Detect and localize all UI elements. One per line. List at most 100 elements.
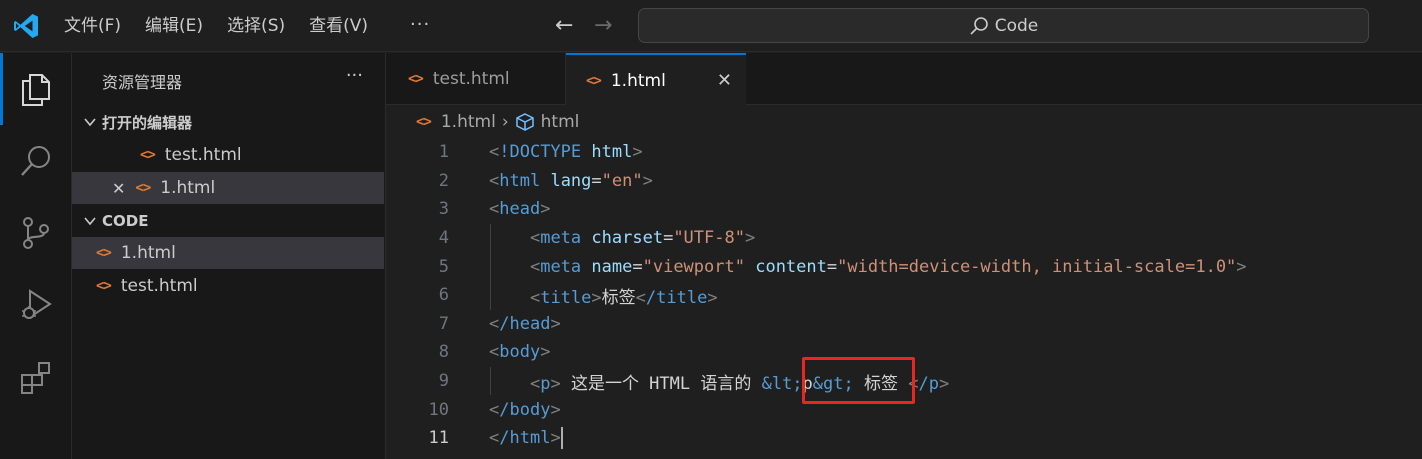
code-token: "UTF-8" [673,228,745,249]
code-token: name [591,256,633,277]
close-icon[interactable]: ✕ [112,179,125,198]
breadcrumb: <> 1.html › html [386,106,579,138]
code-line[interactable]: 4 <meta charset="UTF-8"> [386,224,1422,253]
menu-edit[interactable]: 编辑(E) [133,0,215,52]
file-tree-item-selected[interactable]: <> 1.html [72,237,384,269]
chevron-right-icon: › [501,112,509,132]
activity-extensions[interactable] [0,341,72,413]
line-number: 5 [438,256,449,277]
back-arrow-icon[interactable]: ← [555,13,573,38]
activity-run-debug[interactable] [0,269,72,341]
explorer-icon [22,74,50,106]
line-number: 4 [438,228,449,249]
line-number: 11 [428,428,449,449]
open-editor-filename: test.html [164,145,242,165]
open-editors-section[interactable]: 打开的编辑器 [72,106,384,138]
code-token: 标签 [601,287,636,308]
menu-file[interactable]: 文件(F) [52,0,133,52]
line-number: 1 [438,142,449,163]
html-file-icon: <> [135,180,151,196]
breadcrumb-symbol[interactable]: html [541,112,580,132]
code-token: "viewport" [642,256,745,277]
html-file-icon: <> [96,245,112,261]
menu-view[interactable]: 查看(V) [297,0,380,52]
explorer-title: 资源管理器 [102,73,183,92]
code-token: > [632,142,643,163]
code-token: meta [540,228,582,249]
activity-explorer[interactable] [0,53,72,125]
code-line[interactable]: 2 <html lang="en"> [386,167,1422,196]
code-line-current[interactable]: 11 </html> [386,424,1422,453]
activity-search[interactable] [0,125,72,197]
tab-label: 1.html [610,70,666,91]
symbol-element-icon [515,113,534,131]
menu-more-button[interactable]: ··· [410,14,430,35]
annotation-highlight-box [802,357,915,404]
code-editor[interactable]: 1 <!DOCTYPE html> 2 <html lang="en"> 3 <… [386,138,1422,459]
tab-label: test.html [432,69,510,89]
html-file-icon: <> [96,278,112,294]
activity-source-control[interactable] [0,197,72,269]
open-editor-filename: 1.html [160,178,216,198]
file-tree-filename: 1.html [120,243,176,263]
code-token: !DOCTYPE [499,142,582,163]
code-line[interactable]: 6 <title>标签</title> [386,281,1422,310]
code-token: /body [499,399,551,420]
code-token: /html [499,428,551,449]
text-cursor [560,427,563,450]
tab-1-html[interactable]: <> 1.html ✕ [566,53,746,106]
line-number: 6 [438,285,449,306]
tab-test-html[interactable]: <> test.html [386,53,566,105]
code-token: "en" [601,170,643,191]
code-token: head [499,199,541,220]
breadcrumb-file[interactable]: 1.html [441,112,496,132]
code-token: html [499,170,541,191]
file-tree-item[interactable]: <> test.html [72,270,384,302]
open-editors-label: 打开的编辑器 [102,113,193,132]
code-token: body [499,342,541,363]
search-icon [21,146,50,176]
folder-section[interactable]: CODE [72,205,384,237]
code-token: < [489,142,500,163]
title-bar: 文件(F) 编辑(E) 选择(S) 查看(V) ··· ← → Code [0,0,1422,52]
code-token: /head [499,313,551,334]
code-line[interactable]: 3 <head> [386,195,1422,224]
menu-bar: 文件(F) 编辑(E) 选择(S) 查看(V) [52,0,380,52]
code-token: "width=device-width, initial-scale=1.0" [837,256,1237,277]
html-file-icon: <> [408,71,424,87]
menu-selection[interactable]: 选择(S) [215,0,297,52]
explorer-sidebar: 资源管理器 ··· 打开的编辑器 <> test.html ✕ <> 1.htm… [72,53,386,459]
source-control-icon [23,217,49,249]
chevron-down-icon [84,118,96,127]
explorer-more-button[interactable]: ··· [346,65,363,86]
line-number: 9 [438,371,449,392]
code-line[interactable]: 7 </head> [386,310,1422,339]
code-token: lang [550,170,592,191]
line-number: 7 [438,313,449,334]
code-token: html [581,142,633,163]
html-file-icon: <> [416,114,432,130]
extensions-icon [21,362,50,394]
code-token: content [755,256,827,277]
command-center-search[interactable]: Code [638,8,1369,43]
code-token: title [540,287,592,308]
line-number: 3 [438,199,449,220]
vscode-logo-icon[interactable] [12,12,40,40]
open-editor-item-active[interactable]: ✕ <> 1.html [72,172,384,204]
code-line[interactable]: 5 <meta name="viewport" content="width=d… [386,252,1422,281]
open-editor-item[interactable]: <> test.html [72,139,384,171]
code-token: /title [645,287,708,308]
code-token: charset [591,228,664,249]
search-icon [970,16,988,35]
code-token: meta [540,256,582,277]
forward-arrow-icon[interactable]: → [594,13,612,38]
folder-label: CODE [102,212,149,230]
line-number: 2 [438,170,449,191]
close-icon[interactable]: ✕ [717,70,732,91]
line-number: 8 [438,342,449,363]
editor-tab-bar: <> test.html <> 1.html ✕ [386,53,1422,106]
code-line[interactable]: 1 <!DOCTYPE html> [386,138,1422,167]
code-token: 这是一个 HTML 语言的 [560,373,762,394]
search-label: Code [994,15,1039,36]
line-number: 10 [428,399,449,420]
